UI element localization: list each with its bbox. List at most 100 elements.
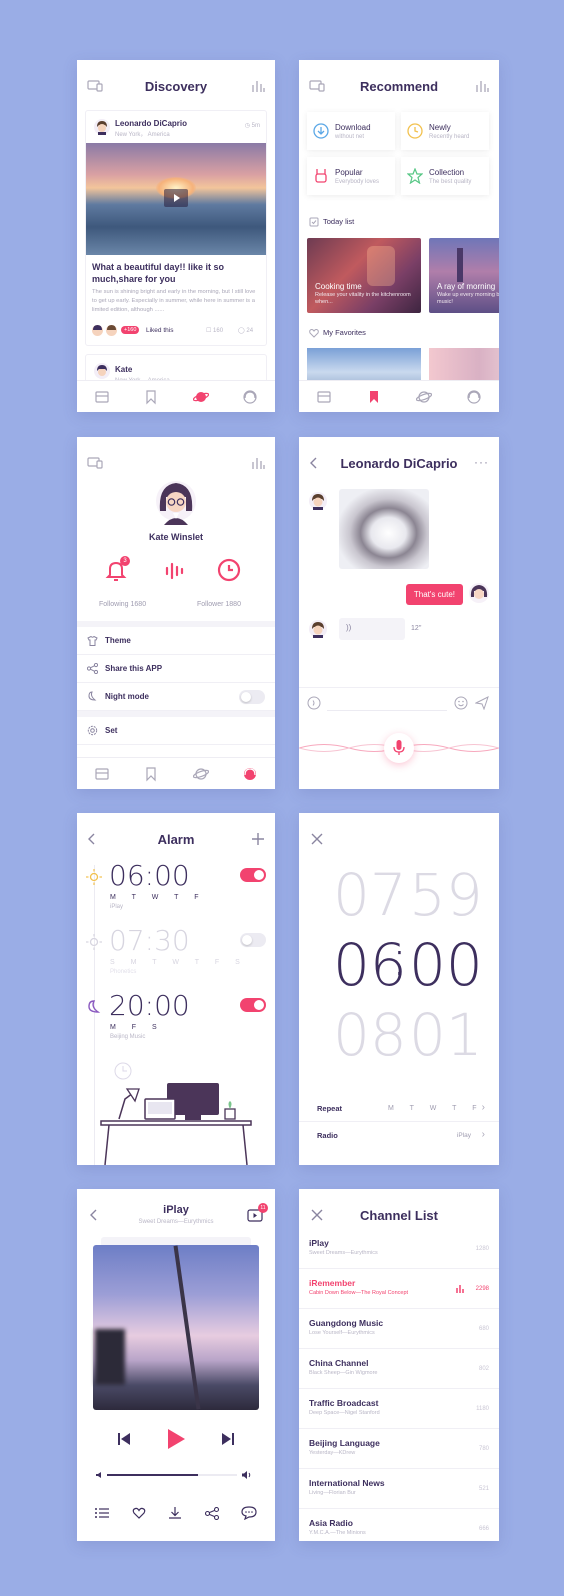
clock-minute[interactable]: 00 [409, 931, 483, 999]
playlist-button[interactable]: 11 [247, 1203, 268, 1223]
alarm-time[interactable]: 07:30 [109, 924, 190, 957]
channel-row[interactable]: Guangdong Music Lose Yourself—Eurythmics… [299, 1309, 499, 1349]
share-icon[interactable] [205, 1507, 219, 1520]
channel-row[interactable]: Traffic Broadcast Deep Space—Nigel Stanf… [299, 1389, 499, 1429]
tab-inbox-icon[interactable] [94, 389, 110, 405]
emoji-icon[interactable] [454, 696, 468, 710]
play-icon[interactable] [166, 1428, 186, 1450]
post-author[interactable]: Kate [115, 365, 132, 374]
post-author[interactable]: Leonardo DiCaprio [115, 119, 187, 128]
close-icon[interactable] [311, 833, 323, 845]
alarm-toggle[interactable] [240, 868, 266, 882]
heart-icon [309, 328, 319, 338]
channel-name: Guangdong Music [309, 1318, 384, 1328]
alarm-screen: Alarm 06:00 M T W T F iPlay 07:30 S M T … [77, 813, 275, 1165]
post-headline[interactable]: What a beautiful day!! like it so much,s… [92, 261, 258, 285]
post-video[interactable] [86, 143, 266, 255]
message-input[interactable] [327, 695, 447, 711]
clock-icon [407, 123, 423, 139]
tab-planet-icon[interactable] [192, 389, 209, 405]
avatar[interactable] [309, 620, 327, 638]
send-icon[interactable] [475, 696, 489, 710]
chat-image[interactable] [339, 489, 429, 569]
history-clock-icon[interactable] [217, 558, 241, 582]
record-button[interactable] [384, 733, 414, 763]
channel-song: Deep Space—Nigel Stanford [309, 1410, 380, 1416]
play-icon[interactable] [164, 189, 188, 207]
volume-slider[interactable] [107, 1474, 237, 1476]
channel-row[interactable]: International News Living—Florian Bur 52… [299, 1469, 499, 1509]
alarm-toggle[interactable] [240, 933, 266, 947]
player-subtitle: Sweet Dreams—Eurythmics [138, 1219, 214, 1225]
menu-set[interactable]: Set [77, 717, 275, 745]
likes-badge: +160 [121, 326, 140, 334]
tab-bookmark-icon[interactable] [143, 766, 159, 782]
menu-share[interactable]: Share this APP [77, 655, 275, 683]
alarm-toggle[interactable] [240, 998, 266, 1012]
tab-bookmark-icon[interactable] [143, 389, 159, 405]
avatar[interactable] [94, 119, 110, 135]
tile-title: Download [335, 123, 371, 132]
post-card[interactable]: Leonardo DiCaprio New York， America ◷ 5m… [85, 110, 267, 346]
tile-download[interactable]: Download without net [307, 112, 395, 150]
voice-toggle-icon[interactable] [307, 696, 321, 710]
radio-row[interactable]: Radio iPlay › [299, 1122, 499, 1148]
card-subtitle: Release your vitality in the kitchenroom… [315, 292, 411, 305]
repeat-row[interactable]: Repeat M T W T F › [299, 1096, 499, 1122]
tile-collection[interactable]: Collection The best quality [401, 157, 489, 195]
comment-count[interactable]: ◯ 24 [238, 327, 253, 334]
tab-profile-icon[interactable] [466, 389, 482, 405]
tile-newly[interactable]: Newly Recently heard [401, 112, 489, 150]
channel-name: iRemember [309, 1278, 356, 1288]
tile-popular[interactable]: Popular Everybody loves [307, 157, 395, 195]
alarm-days: M F S [110, 1024, 164, 1031]
tab-inbox-icon[interactable] [316, 389, 332, 405]
today-card[interactable]: A ray of morning Wake up every morning b… [429, 238, 499, 313]
download-icon[interactable] [168, 1506, 182, 1520]
avatar[interactable] [309, 492, 327, 510]
voice-wave-icon[interactable] [164, 561, 186, 581]
tab-bookmark-icon[interactable] [366, 389, 382, 405]
voice-message[interactable]: )) [339, 618, 405, 640]
avatar[interactable] [94, 363, 110, 379]
share-count[interactable]: ☐ 160 [206, 327, 223, 334]
next-icon[interactable] [221, 1432, 235, 1446]
playlist-icon[interactable] [95, 1507, 109, 1519]
previous-icon[interactable] [117, 1432, 131, 1446]
channel-song: Living—Florian Bur [309, 1490, 356, 1496]
tab-planet-icon[interactable] [416, 389, 432, 405]
channel-row[interactable]: Beijing Language Yesterday—KDrew 780 [299, 1429, 499, 1469]
tab-planet-icon[interactable] [192, 766, 209, 782]
following-count[interactable]: Following 1680 [99, 601, 146, 608]
comment-icon[interactable] [241, 1505, 257, 1520]
share-icon [87, 663, 98, 674]
menu-night-mode[interactable]: Night mode [77, 683, 275, 711]
night-mode-toggle[interactable] [239, 690, 265, 704]
alarm-time[interactable]: 06:00 [109, 859, 190, 892]
alarm-time[interactable]: 20:00 [109, 989, 190, 1022]
channel-row[interactable]: Asia Radio Y.M.C.A.—The Minions 666 [299, 1509, 499, 1541]
devices-icon[interactable] [87, 457, 103, 469]
alarm-days: S M T W T F S [110, 959, 247, 966]
avatar[interactable] [469, 583, 489, 603]
tab-profile-icon[interactable] [242, 766, 258, 782]
notification-badge: 3 [120, 556, 130, 566]
tab-profile-icon[interactable] [242, 389, 258, 405]
follower-count[interactable]: Follower 1880 [197, 601, 241, 608]
chevron-right-icon: › [481, 1102, 485, 1113]
channel-row[interactable]: China Channel Black Sheep—Gin Wigmore 80… [299, 1349, 499, 1389]
notification-button[interactable]: 3 [105, 556, 130, 581]
more-icon[interactable]: ··· [474, 455, 489, 469]
equalizer-icon[interactable] [251, 456, 265, 470]
menu-theme[interactable]: Theme [77, 627, 275, 655]
channel-row-active[interactable]: iRemember Cabin Down Below—The Royal Con… [299, 1269, 499, 1309]
equalizer-icon[interactable] [251, 79, 265, 93]
channel-row[interactable]: iPlay Sweet Dreams—Eurythmics 1280 [299, 1229, 499, 1269]
equalizer-icon[interactable] [475, 79, 489, 93]
tab-inbox-icon[interactable] [94, 766, 110, 782]
avatar[interactable] [156, 477, 196, 527]
today-card[interactable]: Cooking time Release your vitality in th… [307, 238, 421, 313]
post-body: The sun is shining bright and early in t… [92, 289, 256, 313]
add-icon[interactable] [251, 832, 265, 846]
heart-icon[interactable] [132, 1507, 146, 1519]
